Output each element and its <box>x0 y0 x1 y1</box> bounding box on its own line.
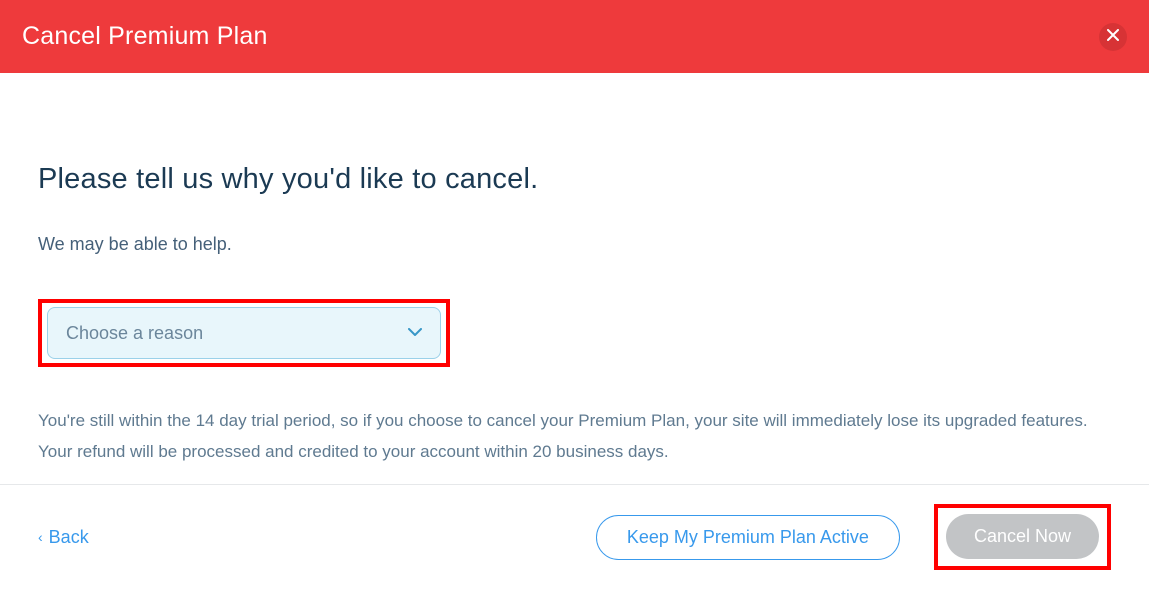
close-button[interactable] <box>1099 23 1127 51</box>
back-link[interactable]: ‹ Back <box>38 527 89 548</box>
reason-select[interactable]: Choose a reason <box>47 307 441 359</box>
reason-select-highlight: Choose a reason <box>38 299 450 367</box>
modal-footer: ‹ Back Keep My Premium Plan Active Cance… <box>0 485 1149 599</box>
cancel-now-highlight: Cancel Now <box>934 504 1111 570</box>
modal-body: Please tell us why you'd like to cancel.… <box>0 73 1149 468</box>
modal-header: Cancel Premium Plan <box>0 0 1149 73</box>
close-icon <box>1107 29 1119 45</box>
cancel-premium-modal: Cancel Premium Plan Please tell us why y… <box>0 0 1149 599</box>
cancel-now-button[interactable]: Cancel Now <box>946 514 1099 559</box>
back-link-label: Back <box>49 527 89 548</box>
modal-title: Cancel Premium Plan <box>22 22 268 51</box>
chevron-left-icon: ‹ <box>38 529 43 545</box>
cancel-subheading: We may be able to help. <box>38 234 1111 255</box>
reason-select-placeholder: Choose a reason <box>66 323 203 344</box>
cancel-now-label: Cancel Now <box>974 526 1071 547</box>
cancel-heading: Please tell us why you'd like to cancel. <box>38 163 1111 196</box>
info-text: You're still within the 14 day trial per… <box>38 405 1111 468</box>
footer-actions: Keep My Premium Plan Active Cancel Now <box>596 504 1111 570</box>
keep-active-label: Keep My Premium Plan Active <box>627 527 869 548</box>
keep-active-button[interactable]: Keep My Premium Plan Active <box>596 515 900 560</box>
chevron-down-icon <box>408 324 422 342</box>
